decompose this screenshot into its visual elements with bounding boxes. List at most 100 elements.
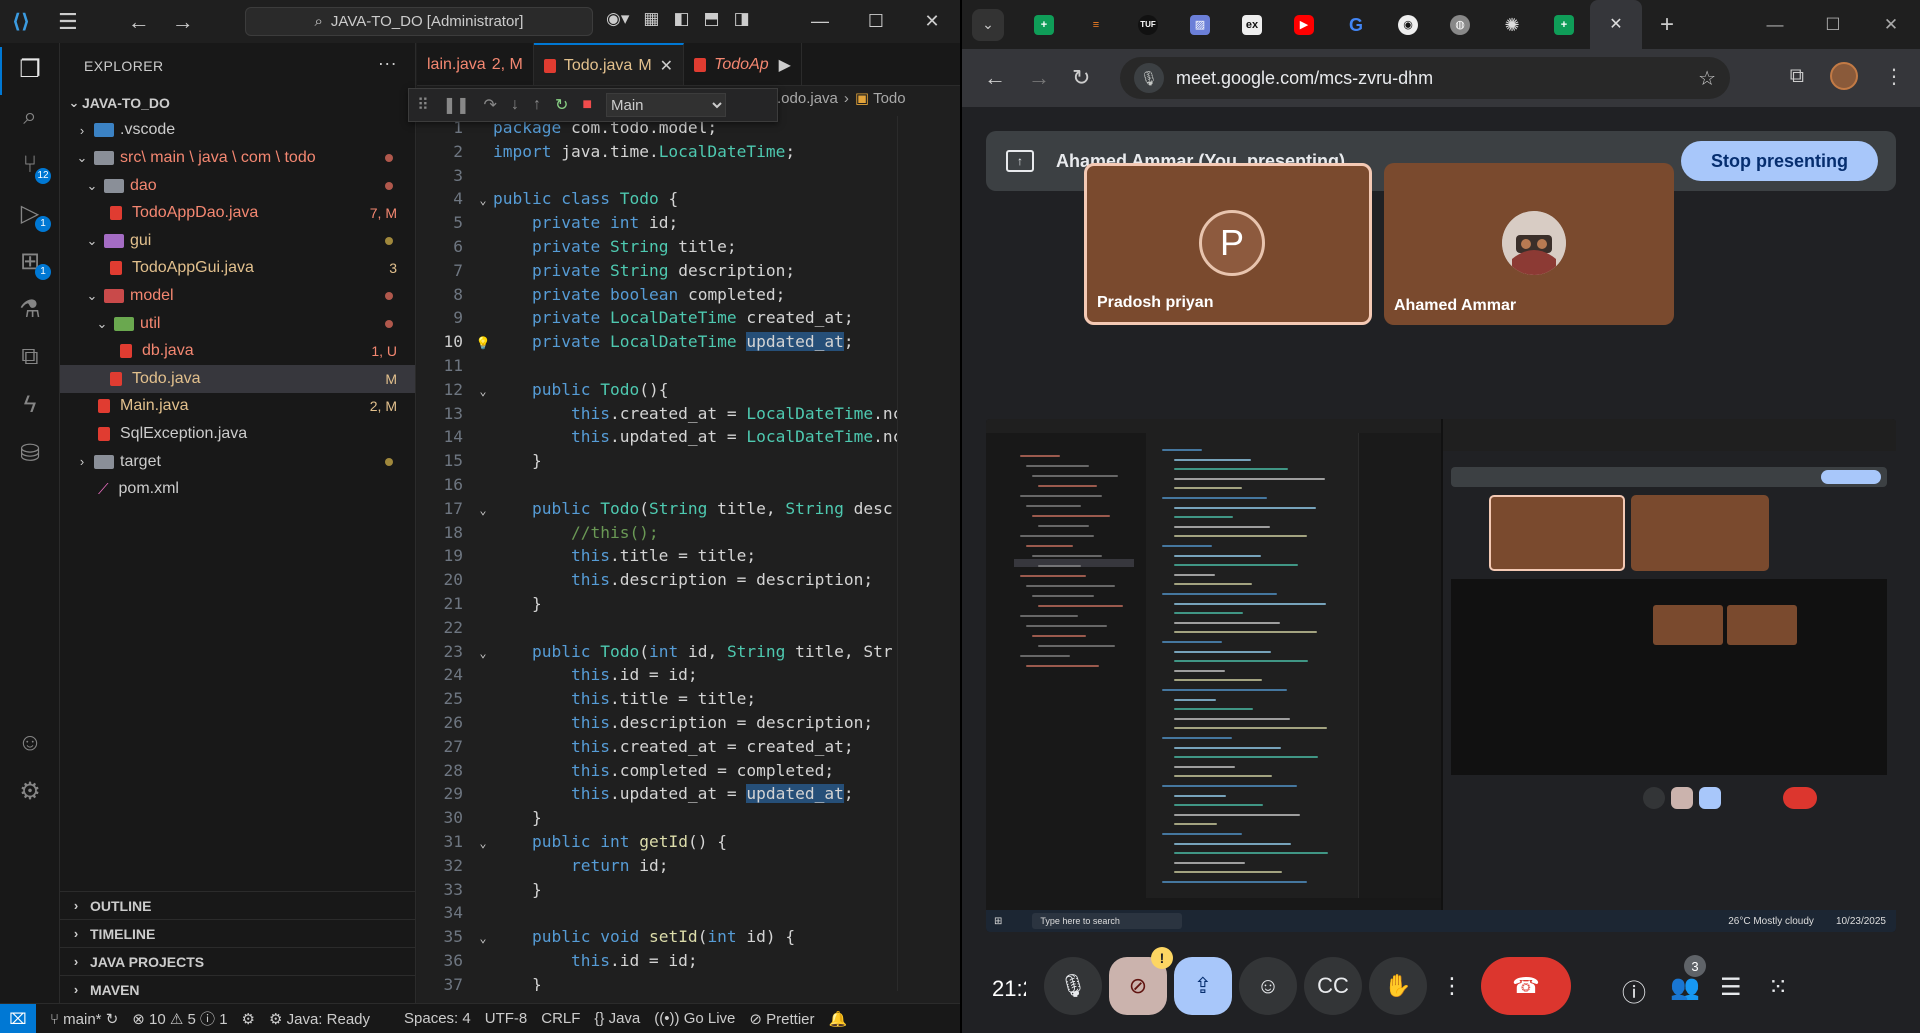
maximize-icon[interactable]: ☐ xyxy=(1804,0,1862,49)
source-control-icon[interactable]: ⑂ 12 xyxy=(14,149,51,184)
code-line[interactable]: 35 ⌄ public void setId(int id) { xyxy=(417,925,897,949)
forward-arrow-icon[interactable]: → xyxy=(172,9,194,35)
code-line[interactable]: 14 this.updated_at = LocalDateTime.nc xyxy=(417,425,898,449)
java-status[interactable]: ⚙ Java: Ready xyxy=(269,1010,370,1028)
tab-todo[interactable]: Todo.java M ✕ xyxy=(533,43,685,85)
minimize-icon[interactable]: — xyxy=(1746,0,1804,49)
fold-chevron-icon[interactable]: ⌄ xyxy=(473,499,493,523)
address-bar[interactable]: 🎙 meet.google.com/mcs-zvru-dhm ☆ xyxy=(1120,57,1730,99)
close-icon[interactable]: ✕ xyxy=(904,0,960,43)
code-line[interactable]: 7 private String description; xyxy=(417,259,897,283)
step-out-icon[interactable]: ↑ xyxy=(533,96,541,114)
extensions-icon[interactable]: ⊞ 1 xyxy=(14,245,51,280)
tree-item-main[interactable]: Main.java 2, M xyxy=(60,393,415,421)
code-line[interactable]: 25 this.title = title; xyxy=(417,687,897,711)
code-line[interactable]: 33 } xyxy=(417,878,897,902)
tab-ex[interactable]: ex xyxy=(1226,0,1278,49)
problems-item[interactable]: ⊗ 10 ⚠ 5 ⓘ 1 xyxy=(132,1008,227,1029)
breadcrumb-file[interactable]: .odo.java xyxy=(777,90,838,107)
chat-icon[interactable]: ☰ xyxy=(1720,973,1742,1002)
toggle-secondary-sidebar-icon[interactable]: ◨ xyxy=(734,9,750,29)
close-icon[interactable]: ✕ xyxy=(1862,0,1920,49)
tree-item-todoappdao[interactable]: TodoAppDao.java 7, M xyxy=(60,199,415,227)
tab-globe[interactable]: ◍ xyxy=(1434,0,1486,49)
toggle-sidebar-icon[interactable]: ◧ xyxy=(673,9,689,29)
code-line[interactable]: 23 ⌄ public Todo(int id, String title, St… xyxy=(417,640,897,664)
close-tab-icon[interactable]: ✕ xyxy=(1606,15,1626,35)
drag-handle-icon[interactable]: ⠿ xyxy=(417,95,429,115)
code-line[interactable]: 9 private LocalDateTime created_at; xyxy=(417,306,897,330)
tree-item-target[interactable]: › target xyxy=(60,448,415,476)
tree-item-dao[interactable]: ⌄ dao xyxy=(60,172,415,200)
mic-permission-icon[interactable]: 🎙 xyxy=(1134,63,1164,93)
tree-item-todo[interactable]: Todo.java M xyxy=(60,364,415,393)
step-over-icon[interactable]: ↷ xyxy=(484,95,497,115)
code-line[interactable]: 21 } xyxy=(417,592,897,616)
tab-github[interactable]: ◉ xyxy=(1382,0,1434,49)
code-line[interactable]: 18 //this(); xyxy=(417,521,897,545)
fold-chevron-icon[interactable]: ⌄ xyxy=(473,642,493,666)
stop-presenting-button[interactable]: Stop presenting xyxy=(1680,141,1878,181)
more-options-button[interactable]: ⋮ xyxy=(1432,957,1472,1015)
code-line[interactable]: 10 💡 private LocalDateTime updated_at; xyxy=(417,330,897,354)
leave-call-button[interactable]: ☎ xyxy=(1481,957,1571,1015)
section-java-projects[interactable]: › JAVA PROJECTS xyxy=(60,947,415,975)
code-editor[interactable]: 1 package com.todo.model; 2 import java.tim… xyxy=(417,116,898,991)
language-status[interactable]: {} Java xyxy=(594,1010,640,1027)
code-line[interactable]: 27 this.created_at = created_at; xyxy=(417,735,897,759)
code-line[interactable]: 3 xyxy=(417,164,897,188)
minimap[interactable] xyxy=(897,116,960,991)
code-line[interactable]: 34 xyxy=(417,901,897,925)
close-tab-icon[interactable]: ✕ xyxy=(660,56,673,76)
tab-youtube[interactable]: ▶ xyxy=(1278,0,1330,49)
layout-icon[interactable]: ▦ xyxy=(643,9,659,29)
tab-main[interactable]: lain.java 2, M xyxy=(417,43,534,85)
fold-chevron-icon[interactable]: ⌄ xyxy=(473,380,493,404)
tree-item-db[interactable]: db.java 1, U xyxy=(60,337,415,365)
debug-status-icon[interactable]: ⚙ xyxy=(242,1010,255,1028)
minimize-icon[interactable]: — xyxy=(792,0,848,43)
code-line[interactable]: 15 } xyxy=(417,449,897,473)
code-line[interactable]: 8 private boolean completed; xyxy=(417,283,897,307)
present-button[interactable]: ⇪ xyxy=(1174,957,1232,1015)
code-line[interactable]: 12 ⌄ public Todo(){ xyxy=(417,378,897,402)
code-line[interactable]: 30 } xyxy=(417,806,897,830)
chrome-menu-icon[interactable]: ⋮ xyxy=(1884,64,1904,89)
remote-explorer-icon[interactable]: ⧉ xyxy=(14,341,46,373)
tab-sheets-2[interactable]: + xyxy=(1538,0,1590,49)
code-line[interactable]: 36 this.id = id; xyxy=(417,949,897,973)
run-icon[interactable]: ▶ xyxy=(779,55,791,75)
tree-item-util[interactable]: ⌄ util xyxy=(60,310,415,338)
remote-icon[interactable]: ⌧ xyxy=(0,1003,36,1033)
prettier-status[interactable]: ⊘ Prettier xyxy=(749,1010,814,1028)
meeting-info-icon[interactable]: ⓘ xyxy=(1622,973,1646,1008)
root-folder[interactable]: ⌄ JAVA-TO_DO xyxy=(60,89,415,117)
reactions-button[interactable]: ☺ xyxy=(1239,957,1297,1015)
tab-todoappgui[interactable]: TodoAp ▶ xyxy=(684,43,802,85)
section-outline[interactable]: › OUTLINE xyxy=(60,891,415,919)
tab-google[interactable]: G xyxy=(1330,0,1382,49)
people-icon[interactable]: 👥 3 xyxy=(1670,955,1706,1002)
debug-target-select[interactable]: Main xyxy=(606,93,727,117)
camera-button[interactable]: ⊘! xyxy=(1109,947,1173,1015)
search-view-icon[interactable]: ⌕ xyxy=(14,101,46,133)
activities-grid-icon[interactable]: ⁙ xyxy=(1768,973,1788,1002)
tree-item-gui[interactable]: ⌄ gui xyxy=(60,227,415,255)
accounts-icon[interactable]: ☺ xyxy=(14,727,46,759)
code-line[interactable]: 29 this.updated_at = updated_at; xyxy=(417,782,897,806)
tab-meet-active[interactable]: ✕ xyxy=(1590,0,1642,49)
raise-hand-button[interactable]: ✋ xyxy=(1369,957,1427,1015)
encoding-status[interactable]: UTF-8 xyxy=(485,1010,528,1027)
profile-avatar[interactable] xyxy=(1830,62,1858,90)
code-line[interactable]: 17 ⌄ public Todo(String title, String des… xyxy=(417,497,897,521)
settings-gear-icon[interactable]: ⚙ xyxy=(14,775,46,807)
code-line[interactable]: 26 this.description = description; xyxy=(417,711,897,735)
section-maven[interactable]: › MAVEN xyxy=(60,975,415,1003)
code-line[interactable]: 6 private String title; xyxy=(417,235,897,259)
branch-item[interactable]: ⑂ main* ↻ xyxy=(50,1010,118,1028)
maximize-icon[interactable]: ☐ xyxy=(848,0,904,43)
code-line[interactable]: 5 private int id; xyxy=(417,211,897,235)
thunder-icon[interactable]: ϟ xyxy=(14,389,46,421)
fold-chevron-icon[interactable]: ⌄ xyxy=(473,189,493,213)
back-arrow-icon[interactable]: ← xyxy=(128,9,150,35)
